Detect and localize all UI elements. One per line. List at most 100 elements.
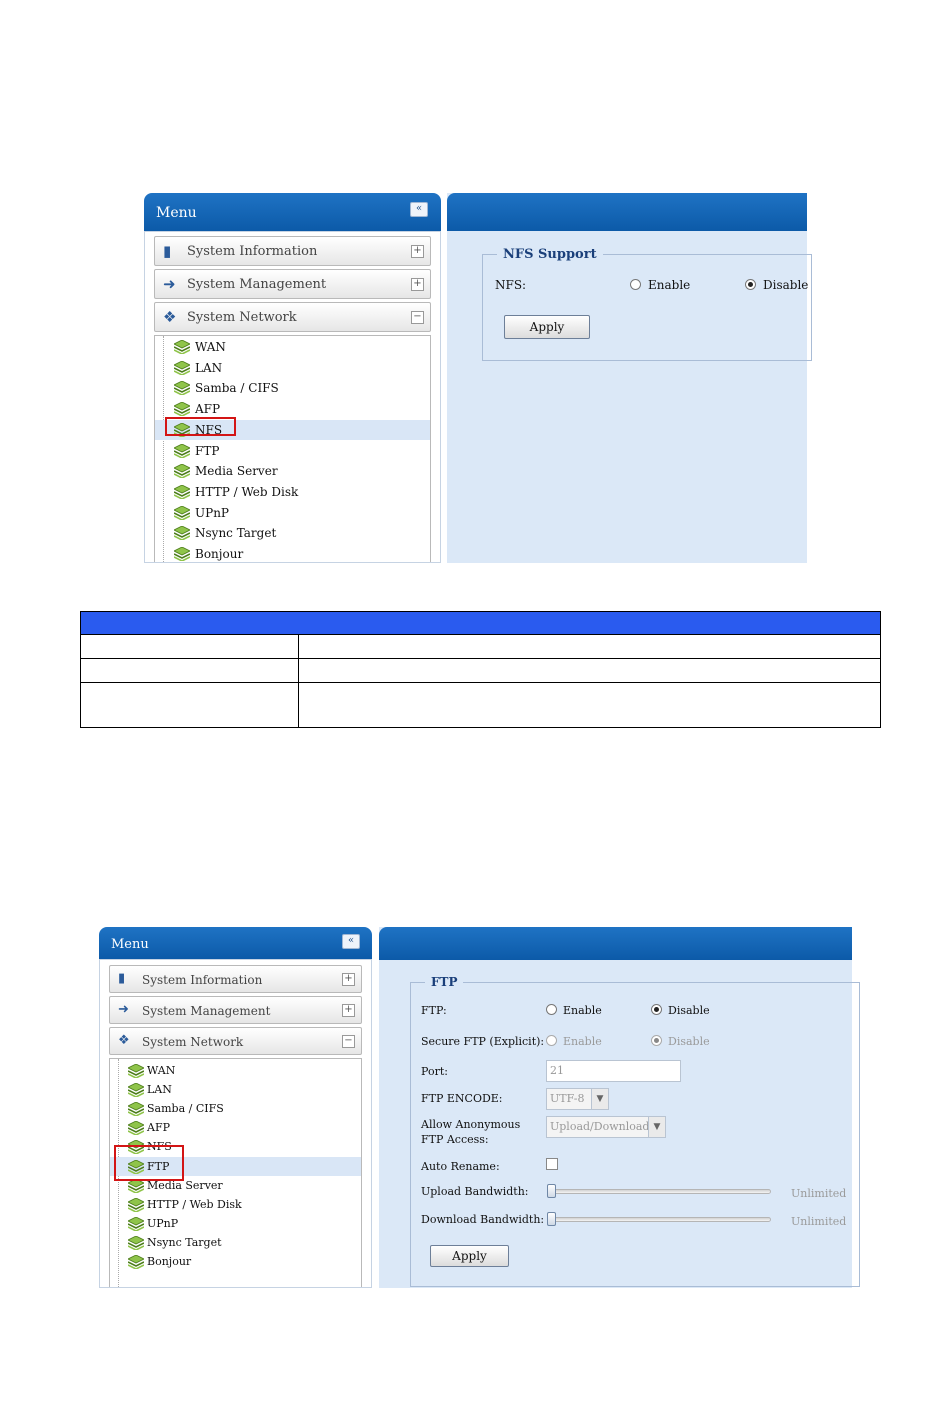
layer-stack-icon xyxy=(174,547,190,561)
tree-item-upnp[interactable]: UPnP xyxy=(110,1214,361,1233)
tree-item-media-server[interactable]: Media Server xyxy=(155,461,430,482)
tree-item-ftp[interactable]: FTP xyxy=(155,441,430,462)
tree-item-wan[interactable]: WAN xyxy=(110,1061,361,1080)
category-label: System Information xyxy=(142,973,263,987)
ftp-enable-label[interactable]: Enable xyxy=(563,1004,602,1017)
layer-stack-icon xyxy=(174,526,190,541)
ftp-screenshot: Menu « ▮ System Information + ➜ System M… xyxy=(99,927,860,1288)
ftp-disable-radio[interactable] xyxy=(651,1004,662,1015)
ftp-disable-label[interactable]: Disable xyxy=(668,1004,710,1017)
category-system-information[interactable]: ▮ System Information + xyxy=(109,965,362,993)
menu-panel: Menu « ▮ System Information + ➜ System M… xyxy=(99,927,372,1288)
menu-header: Menu « xyxy=(144,193,441,231)
tree-item-label: Samba / CIFS xyxy=(147,1102,224,1116)
secure-disable-label[interactable]: Disable xyxy=(668,1035,710,1048)
anonymous-access-value: Upload/Download xyxy=(550,1120,650,1133)
tree-item-wan[interactable]: WAN xyxy=(155,337,430,358)
anonymous-label-line2: FTP Access: xyxy=(421,1133,489,1146)
auto-rename-checkbox[interactable] xyxy=(546,1158,558,1170)
tree-item-label: HTTP / Web Disk xyxy=(195,484,299,499)
tree-item-lan[interactable]: LAN xyxy=(155,358,430,379)
ftp-encode-select[interactable]: UTF-8 ▼ xyxy=(546,1088,609,1110)
layer-stack-icon xyxy=(128,1235,144,1250)
apply-button[interactable]: Apply xyxy=(430,1245,509,1267)
tree-item-label: FTP xyxy=(195,443,220,458)
secure-disable-radio[interactable] xyxy=(651,1035,662,1046)
nfs-disable-label[interactable]: Disable xyxy=(763,278,808,292)
expand-icon[interactable]: + xyxy=(411,278,424,291)
upload-bandwidth-slider[interactable] xyxy=(547,1189,771,1194)
content-panel: NFS Support NFS: Enable Disable Apply xyxy=(447,193,812,563)
download-bandwidth-slider[interactable] xyxy=(547,1217,771,1222)
tree-item-label: AFP xyxy=(147,1121,170,1135)
category-system-network[interactable]: ❖ System Network − xyxy=(109,1027,362,1055)
category-system-management[interactable]: ➜ System Management + xyxy=(154,269,431,299)
table-row xyxy=(80,634,881,659)
tree-item-afp[interactable]: AFP xyxy=(110,1118,361,1137)
tree-item-label: AFP xyxy=(195,402,221,417)
nfs-enable-radio[interactable] xyxy=(630,279,641,290)
tree-item-lan[interactable]: LAN xyxy=(110,1080,361,1099)
download-slider-handle[interactable] xyxy=(547,1212,556,1226)
tree-item-label: Nsync Target xyxy=(195,526,277,541)
tree-item-label: UPnP xyxy=(147,1216,179,1230)
layer-stack-icon xyxy=(128,1064,144,1078)
tree-item-nsync-target[interactable]: Nsync Target xyxy=(110,1233,361,1252)
secure-enable-label[interactable]: Enable xyxy=(563,1035,602,1048)
upload-slider-handle[interactable] xyxy=(547,1184,556,1198)
menu-title: Menu xyxy=(156,205,197,221)
collapse-icon[interactable]: − xyxy=(342,1035,355,1048)
apply-button[interactable]: Apply xyxy=(504,315,590,339)
layer-stack-icon xyxy=(128,1197,144,1212)
tree-item-nsync-target[interactable]: Nsync Target xyxy=(155,523,430,544)
menu-body: ▮ System Information + ➜ System Manageme… xyxy=(99,959,372,1288)
nfs-enable-label[interactable]: Enable xyxy=(648,278,690,292)
layer-stack-icon xyxy=(128,1255,144,1269)
wrench-icon: ➜ xyxy=(118,1002,129,1017)
table-cell xyxy=(298,634,881,659)
table-cell xyxy=(80,658,299,683)
nfs-label: NFS: xyxy=(495,278,527,292)
parameter-table xyxy=(80,611,881,728)
menu-header: Menu « xyxy=(99,927,372,959)
ftp-enable-radio[interactable] xyxy=(546,1004,557,1015)
secure-enable-radio[interactable] xyxy=(546,1035,557,1046)
category-system-information[interactable]: ▮ System Information + xyxy=(154,236,431,266)
chevron-down-icon[interactable]: ▼ xyxy=(591,1089,608,1109)
collapse-menu-icon[interactable]: « xyxy=(410,202,428,217)
tree-item-upnp[interactable]: UPnP xyxy=(155,503,430,524)
table-header-row xyxy=(80,611,881,635)
content-header xyxy=(447,193,807,231)
tree-item-label: WAN xyxy=(195,340,226,354)
layer-stack-icon xyxy=(174,464,190,479)
anonymous-access-select[interactable]: Upload/Download ▼ xyxy=(546,1116,666,1138)
tree-item-samba-cifs[interactable]: Samba / CIFS xyxy=(110,1099,361,1118)
tree-item-label: Media Server xyxy=(195,464,278,479)
tree-item-bonjour[interactable]: Bonjour xyxy=(155,544,430,565)
tree-item-http-web-disk[interactable]: HTTP / Web Disk xyxy=(110,1195,361,1214)
layer-stack-icon xyxy=(174,505,190,520)
chevron-down-icon[interactable]: ▼ xyxy=(648,1117,665,1137)
expand-icon[interactable]: + xyxy=(342,1004,355,1017)
tree-item-bonjour[interactable]: Bonjour xyxy=(110,1252,361,1271)
fieldset-legend: NFS Support xyxy=(503,247,597,262)
tree-item-samba-cifs[interactable]: Samba / CIFS xyxy=(155,378,430,399)
collapse-menu-icon[interactable]: « xyxy=(342,934,360,949)
category-system-management[interactable]: ➜ System Management + xyxy=(109,996,362,1024)
tree-item-http-web-disk[interactable]: HTTP / Web Disk xyxy=(155,482,430,503)
collapse-icon[interactable]: − xyxy=(411,311,424,324)
ftp-label: FTP: xyxy=(421,1004,447,1017)
content-panel: FTP FTP: Enable Disable Secure FTP (Expl… xyxy=(379,927,860,1288)
category-system-network[interactable]: ❖ System Network − xyxy=(154,302,431,332)
layer-stack-icon xyxy=(128,1102,144,1117)
info-book-icon: ▮ xyxy=(118,971,126,986)
port-input[interactable]: 21 xyxy=(546,1060,681,1082)
table-cell xyxy=(298,658,881,683)
download-bandwidth-value: Unlimited xyxy=(791,1215,847,1228)
expand-icon[interactable]: + xyxy=(342,973,355,986)
layer-stack-icon xyxy=(174,360,190,375)
nfs-disable-radio[interactable] xyxy=(745,279,756,290)
ftp-encode-label: FTP ENCODE: xyxy=(421,1092,503,1105)
expand-icon[interactable]: + xyxy=(411,245,424,258)
tree-item-label: WAN xyxy=(147,1064,176,1077)
